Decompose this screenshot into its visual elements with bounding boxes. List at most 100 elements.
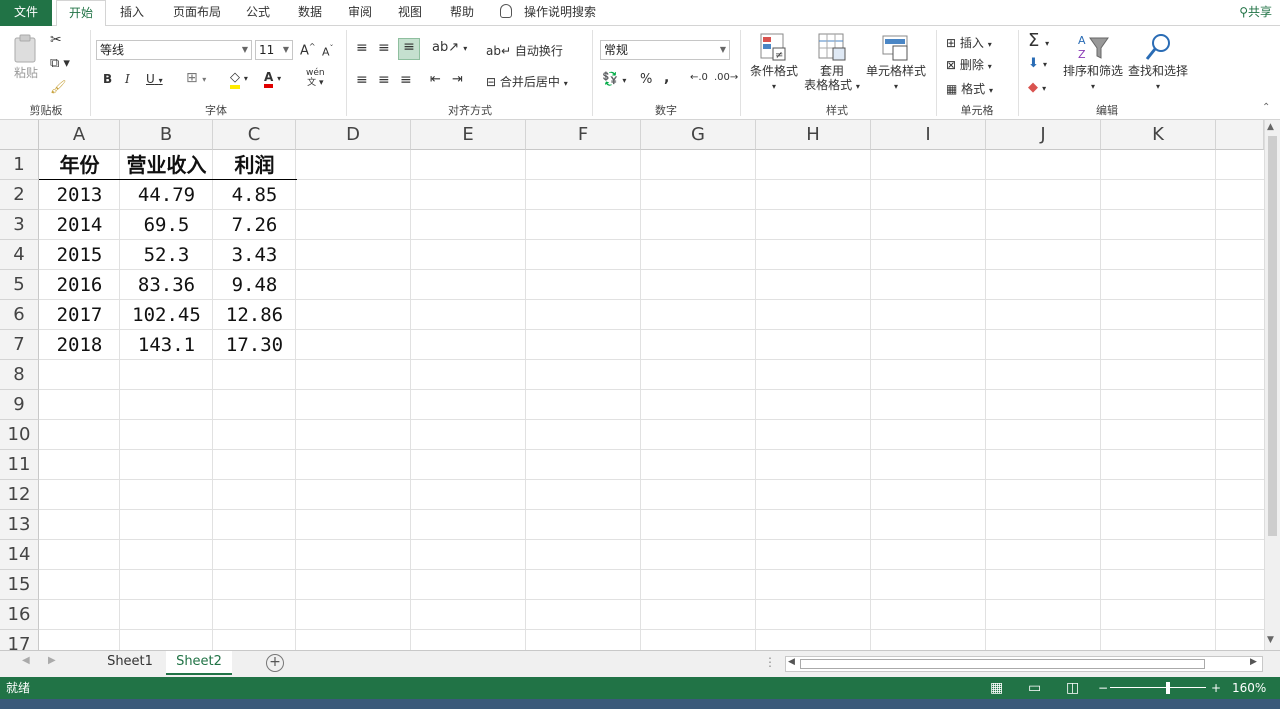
data-cell[interactable]: 2017 <box>39 300 120 330</box>
vertical-scrollbar[interactable]: ▲ ▼ <box>1264 120 1280 650</box>
shrink-font-button[interactable]: Aˇ <box>322 44 334 59</box>
phonetic-button[interactable]: wén 文 ▾ <box>306 68 325 88</box>
row-header-13[interactable]: 13 <box>0 510 39 540</box>
row-header-12[interactable]: 12 <box>0 480 39 510</box>
data-cell[interactable]: 52.3 <box>120 240 213 270</box>
column-header-f[interactable]: F <box>526 120 641 150</box>
font-name-select[interactable]: 等线 ▼ <box>96 40 252 60</box>
scroll-left-icon[interactable]: ◀ <box>788 657 795 667</box>
row-header-17[interactable]: 17 <box>0 630 39 650</box>
row-header-9[interactable]: 9 <box>0 390 39 420</box>
row-header-11[interactable]: 11 <box>0 450 39 480</box>
data-cell[interactable]: 2018 <box>39 330 120 360</box>
column-header-k[interactable]: K <box>1101 120 1216 150</box>
format-cells-button[interactable]: ▦ 格式 ▾ <box>946 80 993 97</box>
data-cell[interactable]: 102.45 <box>120 300 213 330</box>
horizontal-scrollbar[interactable]: ◀ ▶ <box>785 656 1263 672</box>
data-cell[interactable]: 7.26 <box>213 210 296 240</box>
align-middle-icon[interactable]: ≡ <box>378 40 390 56</box>
header-cell[interactable]: 营业收入 <box>120 150 213 180</box>
percent-button[interactable]: % <box>640 72 652 87</box>
row-header-16[interactable]: 16 <box>0 600 39 630</box>
align-top-icon[interactable]: ≡ <box>356 40 368 56</box>
tab-home[interactable]: 开始 <box>56 0 106 27</box>
row-header-15[interactable]: 15 <box>0 570 39 600</box>
data-cell[interactable]: 3.43 <box>213 240 296 270</box>
column-header-h[interactable]: H <box>756 120 871 150</box>
tab-page-layout[interactable]: 页面布局 <box>162 0 232 26</box>
zoom-slider[interactable] <box>1110 687 1206 688</box>
align-bottom-icon[interactable]: ≡ <box>398 38 420 60</box>
column-header-j[interactable]: J <box>986 120 1101 150</box>
data-cell[interactable]: 83.36 <box>120 270 213 300</box>
sort-filter-button[interactable]: AZ 排序和筛选 ▾ <box>1060 32 1126 94</box>
sheet-tab-sheet1[interactable]: Sheet1 <box>98 651 162 675</box>
column-header-b[interactable]: B <box>120 120 213 150</box>
decrease-decimal-icon[interactable]: .00→ <box>714 72 738 83</box>
data-cell[interactable]: 2014 <box>39 210 120 240</box>
next-sheet-icon[interactable]: ▶ <box>48 655 56 666</box>
delete-cells-button[interactable]: ⊠ 删除 ▾ <box>946 56 992 73</box>
worksheet-grid[interactable]: A B C D E F G H I J K 1 2 3 4 5 6 7 8 9 10 11 12 13 14 15 16 17 年份 营业… <box>0 120 1264 650</box>
tab-review[interactable]: 审阅 <box>340 0 380 26</box>
normal-view-icon[interactable]: ▦ <box>990 677 1003 699</box>
tab-data[interactable]: 数据 <box>290 0 330 26</box>
insert-cells-button[interactable]: ⊞ 插入 ▾ <box>946 34 992 51</box>
scroll-down-icon[interactable]: ▼ <box>1267 635 1274 645</box>
collapse-ribbon-icon[interactable]: ⌃ <box>1262 102 1270 113</box>
cut-icon[interactable]: ✂ <box>50 32 62 48</box>
vertical-scroll-thumb[interactable] <box>1268 136 1277 536</box>
clear-icon[interactable]: ◆ ▾ <box>1028 80 1046 95</box>
paste-button[interactable]: 粘贴 <box>6 34 46 80</box>
grow-font-button[interactable]: A^ <box>300 42 316 58</box>
fill-color-button[interactable]: ◇ ▾ <box>230 70 248 89</box>
bold-button[interactable]: B <box>103 72 112 86</box>
column-header-c[interactable]: C <box>213 120 296 150</box>
decrease-indent-icon[interactable]: ⇤ <box>430 72 441 87</box>
data-cell[interactable]: 2016 <box>39 270 120 300</box>
underline-button[interactable]: U ▾ <box>146 72 163 86</box>
column-header-d[interactable]: D <box>296 120 411 150</box>
row-header-4[interactable]: 4 <box>0 240 39 270</box>
zoom-out-icon[interactable]: − <box>1098 677 1108 699</box>
merge-center-button[interactable]: ⊟ 合并后居中 ▾ <box>486 73 568 90</box>
tab-view[interactable]: 视图 <box>390 0 430 26</box>
align-center-icon[interactable]: ≡ <box>378 72 390 88</box>
scroll-up-icon[interactable]: ▲ <box>1267 122 1274 132</box>
select-all-corner[interactable] <box>0 120 39 150</box>
tab-formulas[interactable]: 公式 <box>240 0 276 26</box>
tab-split-handle[interactable]: ⋮ <box>764 655 776 669</box>
header-cell[interactable]: 年份 <box>39 150 120 180</box>
row-header-1[interactable]: 1 <box>0 150 39 180</box>
autosum-icon[interactable]: Σ ▾ <box>1028 30 1049 51</box>
page-layout-view-icon[interactable]: ▭ <box>1028 677 1041 699</box>
zoom-level[interactable]: 160% <box>1232 677 1266 699</box>
row-header-7[interactable]: 7 <box>0 330 39 360</box>
row-header-8[interactable]: 8 <box>0 360 39 390</box>
data-cell[interactable]: 17.30 <box>213 330 296 360</box>
column-header-g[interactable]: G <box>641 120 756 150</box>
tab-help[interactable]: 帮助 <box>442 0 482 26</box>
page-break-view-icon[interactable]: ◫ <box>1066 677 1079 699</box>
tell-me-box[interactable]: 操作说明搜索 <box>500 0 596 26</box>
row-header-6[interactable]: 6 <box>0 300 39 330</box>
column-header-e[interactable]: E <box>411 120 526 150</box>
format-as-table-button[interactable]: 套用 表格格式 ▾ <box>802 32 862 94</box>
cell-styles-button[interactable]: 单元格样式 ▾ <box>864 32 928 94</box>
increase-decimal-icon[interactable]: ←.0 <box>690 72 708 83</box>
data-cell[interactable]: 12.86 <box>213 300 296 330</box>
data-cell[interactable]: 69.5 <box>120 210 213 240</box>
scroll-right-icon[interactable]: ▶ <box>1250 657 1257 667</box>
data-cell[interactable]: 9.48 <box>213 270 296 300</box>
fill-icon[interactable]: ⬇ ▾ <box>1028 56 1047 71</box>
zoom-slider-thumb[interactable] <box>1166 682 1170 694</box>
currency-icon[interactable]: 💱 ▾ <box>602 72 626 87</box>
row-header-2[interactable]: 2 <box>0 180 39 210</box>
sheet-tab-sheet2[interactable]: Sheet2 <box>166 651 232 675</box>
data-cell[interactable]: 2013 <box>39 180 120 210</box>
column-header-i[interactable]: I <box>871 120 986 150</box>
tab-file[interactable]: 文件 <box>0 0 52 26</box>
border-icon[interactable]: ⊞ ▾ <box>186 70 206 86</box>
font-color-button[interactable]: A ▾ <box>264 70 281 88</box>
data-cell[interactable]: 2015 <box>39 240 120 270</box>
